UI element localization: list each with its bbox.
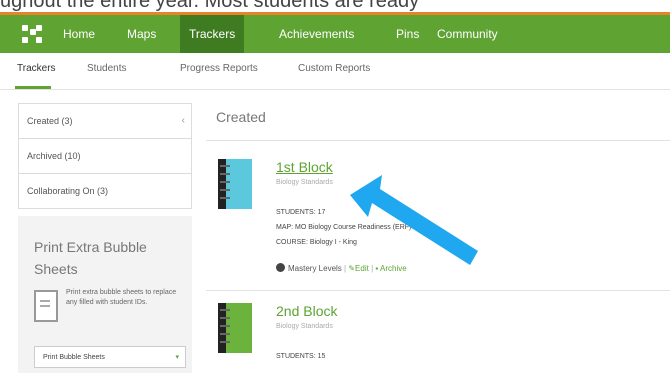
divider <box>206 140 670 141</box>
nav-item-community[interactable]: Community <box>428 15 507 53</box>
tracker-course: COURSE: Biology I - King <box>276 239 357 246</box>
subnav-item-trackers[interactable]: Trackers <box>17 63 56 74</box>
background-text-strip: ughout the entire year. Most students ar… <box>0 0 670 12</box>
sidebar: Created (3) ‹ Archived (10) Collaboratin… <box>18 103 192 209</box>
caret-down-icon: ▾ <box>175 354 179 361</box>
divider <box>206 290 670 291</box>
nav-item-achievements[interactable]: Achievements <box>270 15 363 53</box>
subnav-item-students[interactable]: Students <box>87 63 126 74</box>
nav-item-home[interactable]: Home <box>54 15 104 53</box>
logo-icon[interactable] <box>22 25 44 43</box>
sub-navbar: Trackers Students Progress Reports Custo… <box>0 53 670 90</box>
tracker-students: STUDENTS: 15 <box>276 353 326 360</box>
print-panel-description: Print extra bubble sheets to replace any… <box>66 289 177 306</box>
sidebar-item-label: Archived (10) <box>27 151 81 161</box>
binder-icon[interactable] <box>218 159 252 209</box>
tracker-students: STUDENTS: 17 <box>276 209 326 216</box>
nav-item-maps[interactable]: Maps <box>118 15 165 53</box>
sidebar-item-collaborating[interactable]: Collaborating On (3) <box>18 173 192 209</box>
sidebar-item-label: Collaborating On (3) <box>27 186 109 196</box>
sidebar-item-label: Created (3) <box>27 116 73 126</box>
chevron-left-icon: ‹ <box>181 115 185 126</box>
nav-item-trackers[interactable]: Trackers <box>180 15 245 53</box>
section-heading: Created <box>216 109 266 125</box>
top-navbar: Home Maps Trackers Achievements Pins Com… <box>0 15 670 53</box>
sidebar-item-created[interactable]: Created (3) ‹ <box>18 103 192 139</box>
mastery-icon <box>276 263 285 272</box>
pointer-arrow-icon <box>350 175 478 265</box>
sidebar-item-archived[interactable]: Archived (10) <box>18 138 192 174</box>
print-panel-title: Print Extra Bubble Sheets <box>34 239 147 277</box>
subnav-item-progress-reports[interactable]: Progress Reports <box>180 63 258 74</box>
document-icon <box>34 290 58 322</box>
tracker-title-link[interactable]: 2nd Block <box>276 303 337 319</box>
mastery-levels-link[interactable]: Mastery Levels <box>276 263 342 273</box>
print-bubble-sheets-button[interactable]: Print Bubble Sheets ▾ <box>34 346 186 368</box>
active-tab-indicator <box>15 86 51 89</box>
tracker-title-link[interactable]: 1st Block <box>276 159 333 175</box>
tracker-subtitle: Biology Standards <box>276 323 333 330</box>
tracker-subtitle: Biology Standards <box>276 179 333 186</box>
nav-item-pins[interactable]: Pins <box>387 15 428 53</box>
subnav-item-custom-reports[interactable]: Custom Reports <box>298 63 370 74</box>
print-button-label: Print Bubble Sheets <box>43 354 105 361</box>
background-text: ughout the entire year. Most students ar… <box>0 0 420 12</box>
print-bubble-sheets-panel: Print Extra Bubble Sheets Print extra bu… <box>18 216 192 373</box>
binder-icon[interactable] <box>218 303 252 353</box>
